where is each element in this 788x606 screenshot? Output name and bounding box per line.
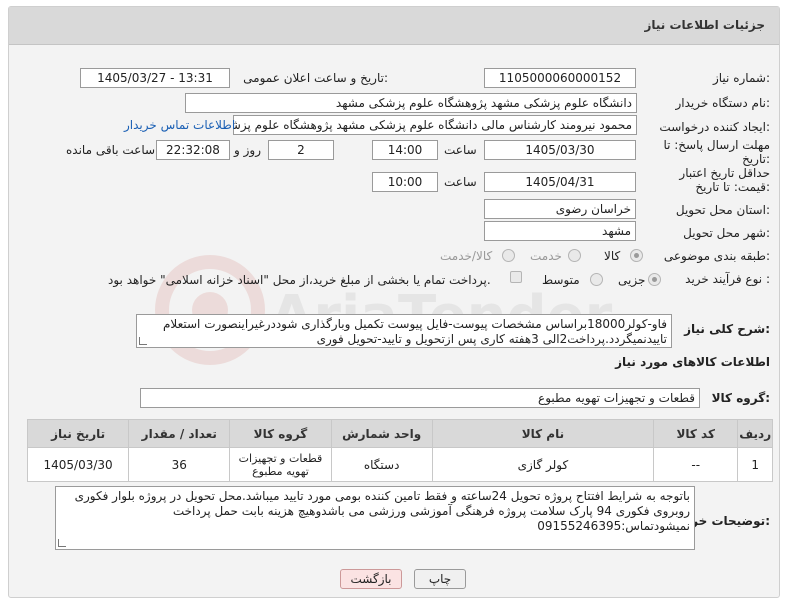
cell-group: قطعات و تجهیزات تهویه مطبوع: [229, 447, 332, 482]
table-row: 1 -- کولر گازی دستگاه قطعات و تجهیزات ته…: [26, 447, 773, 482]
process-radio-minor[interactable]: [648, 273, 661, 286]
cell-qty: 36: [128, 447, 231, 482]
category-option-service: خدمت: [530, 249, 562, 263]
city-label: شهر محل تحویل:: [683, 226, 770, 240]
cell-name: کولر گازی: [431, 447, 655, 482]
remaining-time-field: 22:32:08: [156, 140, 230, 160]
validity-time-label: ساعت: [444, 175, 477, 189]
buyer-contact-link[interactable]: اطلاعات تماس خریدار: [124, 118, 235, 132]
process-label: نوع فرآیند خرید :: [685, 272, 770, 286]
col-date-header: تاریخ نیاز: [26, 419, 130, 448]
days-count-field: 2: [268, 140, 334, 160]
cell-row: 1: [737, 447, 773, 482]
deadline-time-label: ساعت: [444, 143, 477, 157]
payment-checkbox[interactable]: [510, 271, 522, 283]
deadline-label: مهلت ارسال پاسخ: تا تاریخ:: [663, 138, 770, 166]
buyer-org-field: دانشگاه علوم پزشکی مشهد پژوهشگاه علوم پز…: [185, 93, 637, 113]
back-button[interactable]: بازگشت: [340, 569, 402, 589]
category-option-goods: کالا: [604, 249, 621, 263]
need-number-label: شماره نیاز:: [712, 71, 770, 85]
payment-note: پرداخت تمام یا بخشی از مبلغ خرید،از محل …: [108, 273, 491, 287]
goods-table: ردیف کد کالا نام کالا واحد شمارش گروه کا…: [26, 419, 773, 482]
panel-header: جزئیات اطلاعات نیاز: [9, 7, 779, 45]
col-row-header: ردیف: [737, 419, 773, 448]
validity-label: حداقل تاریخ اعتبار قیمت: تا تاریخ:: [679, 166, 770, 194]
category-radio-goods-service[interactable]: [502, 249, 515, 262]
col-code-header: کد کالا: [653, 419, 739, 448]
col-name-header: نام کالا: [431, 419, 655, 448]
province-field: خراسان رضوی: [484, 199, 636, 219]
province-label: استان محل تحویل:: [675, 203, 770, 217]
process-option-minor: جزیی: [618, 273, 646, 287]
col-group-header: گروه کالا: [229, 419, 332, 448]
announce-label: تاریخ و ساعت اعلان عمومی:: [243, 71, 388, 85]
process-option-medium: متوسط: [542, 273, 580, 287]
resize-grip-icon[interactable]: [58, 539, 66, 547]
goods-info-title: اطلاعات کالاهای مورد نیاز: [615, 355, 770, 369]
creator-label: ایجاد کننده درخواست:: [659, 120, 770, 134]
buyer-org-label: نام دستگاه خریدار:: [675, 96, 771, 110]
print-button[interactable]: چاپ: [414, 569, 466, 589]
validity-date-field: 1405/04/31: [484, 172, 636, 192]
cell-code: --: [653, 447, 739, 482]
category-label: طبقه بندی موضوعی:: [663, 249, 770, 263]
deadline-date-field: 1405/03/30: [484, 140, 636, 160]
cell-date: 1405/03/30: [26, 447, 130, 482]
col-qty-header: تعداد / مقدار: [128, 419, 231, 448]
goods-group-field: قطعات و تجهیزات تهویه مطبوع: [140, 388, 700, 408]
city-field: مشهد: [484, 221, 636, 241]
days-label: روز و: [234, 143, 261, 157]
buyer-notes-text: باتوجه به شرایط افتتاح پروژه تحویل 24ساع…: [74, 489, 690, 533]
category-radio-service[interactable]: [568, 249, 581, 262]
panel-title: جزئیات اطلاعات نیاز: [644, 18, 765, 32]
remaining-label: ساعت باقی مانده: [66, 143, 156, 157]
announce-field: 1405/03/27 - 13:31: [80, 68, 230, 88]
process-radio-medium[interactable]: [590, 273, 603, 286]
col-unit-header: واحد شمارش: [330, 419, 433, 448]
validity-time-field: 10:00: [372, 172, 438, 192]
description-text: فاو-کولر18000براساس مشخصات پیوست-فایل پی…: [162, 317, 667, 346]
goods-group-label: گروه کالا:: [711, 391, 770, 405]
resize-grip-icon[interactable]: [139, 337, 147, 345]
description-textarea[interactable]: فاو-کولر18000براساس مشخصات پیوست-فایل پی…: [136, 314, 672, 348]
description-label: شرح کلی نیاز:: [684, 322, 770, 336]
table-header-row: ردیف کد کالا نام کالا واحد شمارش گروه کا…: [26, 419, 773, 448]
deadline-time-field: 14:00: [372, 140, 438, 160]
need-number-field: 1105000060000152: [484, 68, 636, 88]
creator-field: محمود نیرومند کارشناس مالی دانشگاه علوم …: [233, 115, 637, 135]
category-radio-goods[interactable]: [630, 249, 643, 262]
category-option-goods-service: کالا/خدمت: [440, 249, 493, 263]
cell-unit: دستگاه: [330, 447, 433, 482]
buyer-notes-textarea[interactable]: باتوجه به شرایط افتتاح پروژه تحویل 24ساع…: [55, 486, 695, 550]
